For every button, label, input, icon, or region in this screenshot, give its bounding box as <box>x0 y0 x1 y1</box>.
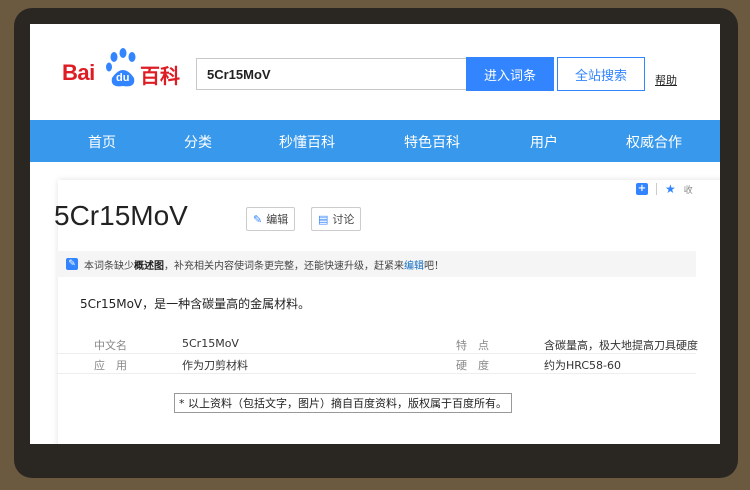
entry-title: 5Cr15MoV <box>54 200 188 231</box>
divider <box>656 183 657 195</box>
notice-edit-link[interactable]: 编辑 <box>404 261 424 272</box>
pencil-icon: ✎ <box>66 258 78 270</box>
notice-text: 本词条缺少概述图，补充相关内容使词条更完整，还能快速升级，赶紧来编辑吧！ <box>84 260 444 272</box>
basic-info-table: 中文名 5Cr15MoV 特 点 含碳量高，极大地提高刀具硬度 应 用 作为刀剪… <box>56 334 698 374</box>
table-row: 中文名 5Cr15MoV 特 点 含碳量高，极大地提高刀具硬度 <box>56 334 698 354</box>
info-key: 特 点 <box>456 339 489 352</box>
table-row: 应 用 作为刀剪材料 硬 度 约为HRC58-60 <box>56 354 696 374</box>
missing-image-notice: ✎ 本词条缺少概述图，补充相关内容使词条更完整，还能快速升级，赶紧来编辑吧！ <box>56 251 696 277</box>
star-icon[interactable]: ★ <box>665 182 676 196</box>
copyright-caption: * 以上资料（包括文字，图片）摘自百度资料，版权属于百度所有。 <box>174 393 512 413</box>
collect-label[interactable]: 收 <box>684 183 693 196</box>
pencil-icon: ✎ <box>253 212 263 226</box>
info-key: 应 用 <box>94 359 127 372</box>
info-value: 含碳量高，极大地提高刀具硬度 <box>544 339 698 352</box>
discuss-label: 讨论 <box>332 213 355 226</box>
info-key: 中文名 <box>94 339 127 352</box>
side-tools: + ★ 收 <box>636 182 693 196</box>
discuss-button[interactable]: ▤ 讨论 <box>311 207 362 231</box>
info-value: 约为HRC58-60 <box>544 359 622 372</box>
edit-button[interactable]: ✎ 编辑 <box>246 207 296 231</box>
info-value: 5Cr15MoV <box>182 337 239 350</box>
content-area <box>30 24 720 444</box>
plus-icon[interactable]: + <box>636 183 648 195</box>
entry-summary: 5Cr15MoV，是一种含碳量高的金属材料。 <box>80 297 311 311</box>
info-key: 硬 度 <box>456 359 489 372</box>
info-value: 作为刀剪材料 <box>182 359 248 372</box>
discuss-icon: ▤ <box>318 212 329 226</box>
edit-label: 编辑 <box>266 213 289 226</box>
